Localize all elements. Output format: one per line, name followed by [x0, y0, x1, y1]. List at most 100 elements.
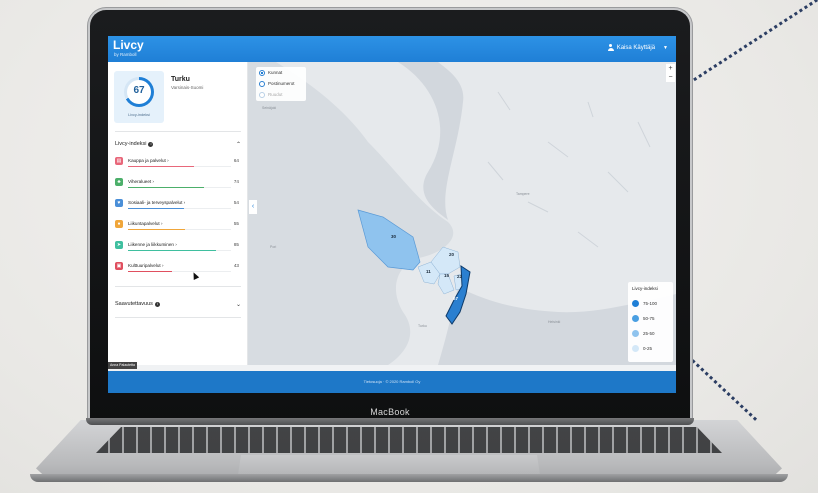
culture-icon: ▣	[115, 262, 123, 270]
caret-down-icon: ▼	[663, 44, 668, 51]
app-logo[interactable]: Livcy	[113, 38, 144, 52]
laptop-screen: Livcy by Ramboll Kaisa Käyttäjä ▼ 67 Liv…	[108, 36, 676, 393]
accessibility-section-header[interactable]: Saavutettavuus i ⌄	[115, 298, 241, 310]
index-section-title: Livcy-indeksi i	[115, 141, 154, 147]
laptop-trackpad	[238, 455, 540, 475]
index-row-bar-fill	[128, 166, 194, 168]
scene: MacBook Livcy by Ramboll Kaisa Käyttäjä …	[0, 0, 818, 493]
index-row-bar	[128, 250, 231, 252]
chevron-left-icon: ‹	[251, 203, 255, 210]
radio-icon	[259, 91, 265, 98]
map-view[interactable]: Seinäjoki Tampere Pori Helsinki Turku 30…	[248, 62, 676, 365]
index-row-label[interactable]: Sosiaali- ja terveyspalvelut ›	[128, 200, 185, 205]
layer-selector: Kunnat Postinumerot Ruudut	[256, 67, 306, 101]
index-label: Livcy-indeksi	[128, 113, 150, 117]
region-value-label: 11	[426, 269, 431, 274]
index-row-value: 54	[233, 200, 239, 205]
region-value-label: 30	[391, 234, 397, 239]
layer-radio-kunnat[interactable]: Kunnat	[259, 68, 282, 77]
index-row-value: 43	[233, 263, 239, 268]
zoom-in-button[interactable]: +	[666, 64, 675, 73]
sport-icon: ●	[115, 220, 123, 228]
index-row-bar-fill	[128, 250, 216, 252]
index-row[interactable]: ● Liikuntapalvelut › 55	[115, 218, 241, 238]
app-logo-subtitle: by Ramboll	[114, 52, 137, 57]
index-row-value: 55	[233, 221, 239, 226]
legend-label: 25-50	[643, 330, 655, 336]
region-value-label: 67	[453, 296, 459, 301]
index-row-label[interactable]: Kulttuuripalvelut ›	[128, 263, 164, 268]
index-row-value: 74	[233, 179, 239, 184]
place-label: Helsinki	[548, 320, 561, 324]
region-value-label: 20	[449, 252, 455, 257]
zoom-control: + −	[666, 64, 675, 82]
divider	[115, 317, 241, 318]
radio-selected-icon	[259, 69, 265, 76]
info-icon[interactable]: i	[154, 302, 160, 307]
user-icon	[607, 44, 614, 51]
layer-radio-ruudut: Ruudut	[259, 90, 283, 99]
place-label: Seinäjoki	[262, 106, 277, 110]
index-row-bar	[128, 166, 231, 168]
index-row-bar	[128, 208, 231, 210]
index-row-bar-fill	[128, 271, 173, 273]
app-footer: Tietosuoja · © 2020 Ramboll Oy	[108, 371, 676, 393]
index-row-label[interactable]: Liikenne ja liikkuminen ›	[128, 242, 177, 247]
sidebar: 67 Livcy-indeksi Turku Varsinais-Suomi L…	[108, 62, 248, 365]
tree-icon: ♣	[115, 178, 123, 186]
place-label: Turku	[418, 324, 427, 328]
laptop-keyboard	[96, 427, 722, 453]
legend-item: 0-25	[632, 343, 652, 353]
index-row[interactable]: ▣ Kulttuuripalvelut › 43	[115, 260, 241, 280]
user-menu[interactable]: Kaisa Käyttäjä ▼	[607, 44, 668, 51]
heart-icon: ♥	[115, 199, 123, 207]
divider	[115, 286, 241, 287]
index-row[interactable]: ▤ Kauppa ja palvelut › 64	[115, 155, 241, 175]
index-row-bar-fill	[128, 187, 205, 189]
sidebar-collapse-button[interactable]: ‹	[249, 200, 257, 214]
chevron-up-icon[interactable]: ⌃	[236, 141, 241, 148]
index-row[interactable]: ➤ Liikenne ja liikkuminen › 85	[115, 239, 241, 259]
accessibility-section-title: Saavutettavuus i	[115, 301, 160, 307]
user-name: Kaisa Käyttäjä	[616, 44, 656, 51]
legend-item: 75-100	[632, 298, 657, 308]
footer-text[interactable]: Tietosuoja · © 2020 Ramboll Oy	[108, 379, 676, 384]
region-value-label: 15	[444, 273, 450, 278]
livcy-index-card[interactable]: 67 Livcy-indeksi	[114, 71, 164, 123]
legend-swatch	[632, 344, 639, 352]
legend-item: 25-50	[632, 328, 655, 338]
place-label: Tampere	[516, 192, 530, 196]
index-row-value: 64	[233, 158, 239, 163]
index-row-label[interactable]: Viheralueet ›	[128, 179, 154, 184]
map-canvas[interactable]	[248, 62, 676, 365]
info-icon[interactable]: i	[148, 142, 154, 147]
index-row-bar	[128, 271, 231, 273]
index-row-bar-fill	[128, 229, 185, 231]
index-row[interactable]: ♥ Sosiaali- ja terveyspalvelut › 54	[115, 197, 241, 217]
transit-icon: ➤	[115, 241, 123, 249]
city-name: Turku	[171, 76, 190, 83]
zoom-out-button[interactable]: −	[666, 73, 675, 82]
index-row-label[interactable]: Kauppa ja palvelut ›	[128, 158, 169, 163]
legend-label: 75-100	[643, 300, 658, 306]
index-row[interactable]: ♣ Viheralueet › 74	[115, 176, 241, 196]
layer-radio-postinumerot[interactable]: Postinumerot	[259, 79, 295, 88]
index-section-header[interactable]: Livcy-indeksi i ⌃	[115, 138, 241, 150]
divider	[115, 131, 241, 132]
radio-icon	[259, 80, 265, 87]
chevron-down-icon[interactable]: ⌄	[236, 301, 241, 308]
index-row-bar	[128, 229, 231, 231]
feedback-button[interactable]: Anna Palautetta	[108, 362, 137, 369]
legend-swatch	[632, 299, 639, 307]
map-legend: Livcy-indeksi 75-100 50-75 25-50 0-25	[628, 282, 673, 362]
laptop-lip	[30, 474, 788, 482]
app-header: Livcy by Ramboll Kaisa Käyttäjä ▼	[108, 36, 676, 62]
index-row-bar	[128, 187, 231, 189]
region-name: Varsinais-Suomi	[171, 85, 204, 90]
laptop-hinge	[86, 418, 694, 425]
index-row-value: 85	[233, 242, 239, 247]
index-row-label[interactable]: Liikuntapalvelut ›	[128, 221, 162, 226]
region-value-label: 22	[457, 274, 463, 279]
index-row-bar-fill	[128, 208, 184, 210]
place-label: Pori	[270, 245, 277, 249]
